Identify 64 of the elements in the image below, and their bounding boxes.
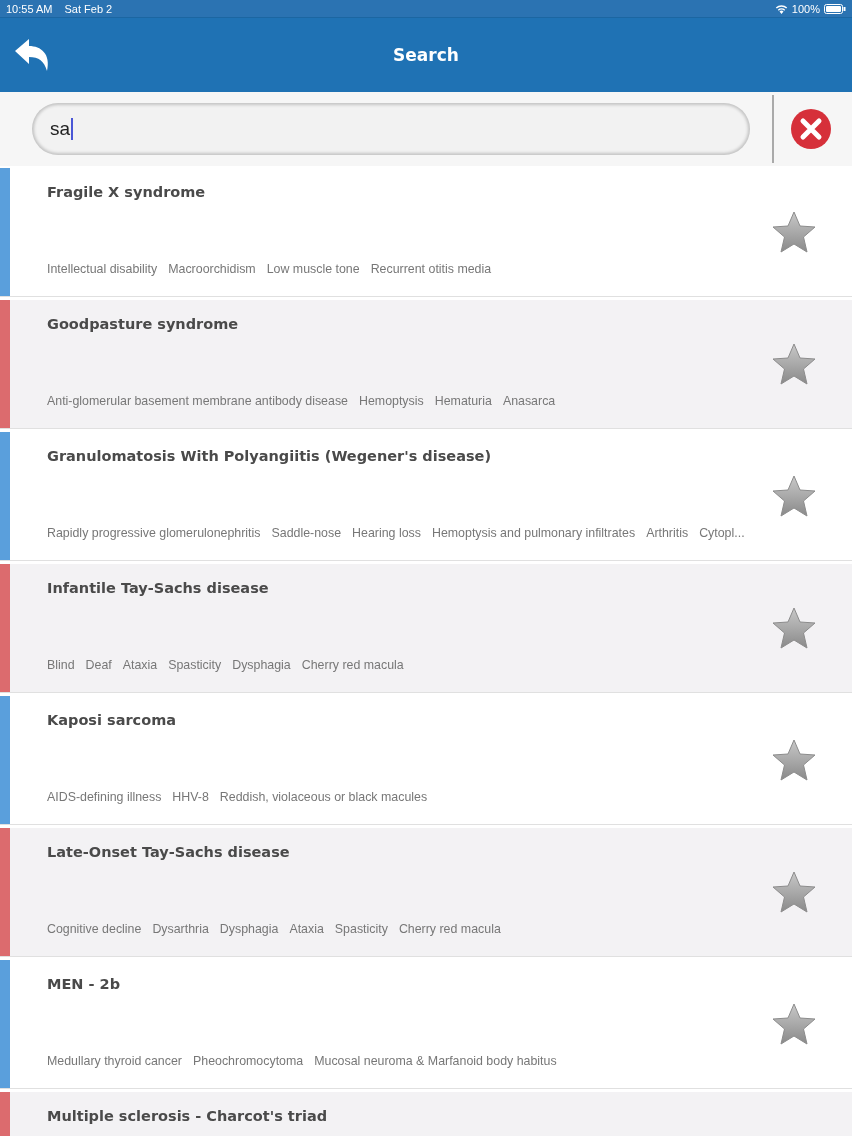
result-row[interactable]: MEN - 2b Medullary thyroid cancer Pheochromocytoma Mucosal neuroma & Marfanoid body habitus <box>0 960 852 1089</box>
result-row[interactable]: Late-Onset Tay-Sachs disease Cognitive decline Dysarthria Dysphagia Ataxia Spasticity Cherry red macula <box>0 828 852 957</box>
result-title: Kaposi sarcoma <box>47 712 178 728</box>
symptom-tag: Hematuria <box>434 394 492 408</box>
symptom-tag: Mucosal neuroma & Marfanoid body habitus <box>314 1054 557 1068</box>
star-icon[interactable] <box>771 210 817 254</box>
star-icon[interactable] <box>771 1002 817 1046</box>
symptom-tag: Dysphagia <box>219 922 279 936</box>
search-field[interactable]: sa <box>32 103 750 155</box>
symptom-tag: Reddish, violaceous or black macules <box>219 790 428 804</box>
result-row[interactable]: Fragile X syndrome Intellectual disability Macroorchidism Low muscle tone Recurrent otitis media <box>0 168 852 297</box>
symptom-tag: Dysphagia <box>232 658 291 672</box>
symptom-tag: Pheochromocytoma <box>193 1054 304 1068</box>
wifi-icon <box>774 3 788 14</box>
symptom-tag: Intellectual disability <box>47 262 158 276</box>
symptom-tag: Saddle-nose <box>271 526 342 540</box>
symptom-tag: Dysarthria <box>152 922 209 936</box>
symptom-tag: HHV-8 <box>172 790 209 804</box>
result-row[interactable]: Multiple sclerosis - Charcot's triad <box>0 1092 852 1136</box>
result-title: Fragile X syndrome <box>47 184 207 200</box>
battery-icon <box>824 3 846 14</box>
symptom-tag: Hemoptysis and pulmonary infiltrates <box>431 526 636 540</box>
result-title: Granulomatosis With Polyangiitis (Wegener's disease) <box>47 448 493 464</box>
symptom-tag: Cherry red macula <box>301 658 404 672</box>
star-icon[interactable] <box>771 870 817 914</box>
star-icon[interactable] <box>771 474 817 518</box>
result-title: Multiple sclerosis - Charcot's triad <box>47 1108 329 1124</box>
symptom-tag: Rapidly progressive glomerulonephritis <box>47 526 261 540</box>
symptom-tag: Hearing loss <box>352 526 421 540</box>
result-title: Late-Onset Tay-Sachs disease <box>47 844 291 860</box>
status-date: Sat Feb 2 <box>64 2 113 15</box>
star-icon[interactable] <box>771 738 817 782</box>
result-row[interactable]: Granulomatosis With Polyangiitis (Wegener's disease) Rapidly progressive glomerulonephritis Saddle-nose Hearing loss Hemoptysis and pulmonary infiltrates Arthritis Cytopl... <box>0 432 852 561</box>
result-title: MEN - 2b <box>47 976 122 992</box>
symptom-tag: Recurrent otitis media <box>370 262 492 276</box>
symptom-tag: Cytopl... <box>699 526 745 540</box>
symptom-tag: Medullary thyroid cancer <box>47 1054 182 1068</box>
star-icon[interactable] <box>771 606 817 650</box>
symptom-tag: Arthritis <box>646 526 689 540</box>
result-row[interactable]: Infantile Tay-Sachs disease Blind Deaf Ataxia Spasticity Dysphagia Cherry red macula <box>0 564 852 693</box>
symptom-tag: Hemoptysis <box>359 394 424 408</box>
symptom-tag: Macroorchidism <box>168 262 256 276</box>
result-title: Goodpasture syndrome <box>47 316 240 332</box>
symptom-tag: Anti-glomerular basement membrane antibody disease <box>47 394 348 408</box>
symptom-tag: Spasticity <box>334 922 388 936</box>
result-row[interactable]: Kaposi sarcoma AIDS-defining illness HHV-8 Reddish, violaceous or black macules <box>0 696 852 825</box>
result-title: Infantile Tay-Sachs disease <box>47 580 270 596</box>
clear-icon[interactable] <box>790 108 832 150</box>
symptom-tag: AIDS-defining illness <box>47 790 162 804</box>
result-row[interactable]: Goodpasture syndrome Anti-glomerular basement membrane antibody disease Hemoptysis Hematuria Anasarca <box>0 300 852 429</box>
symptom-tag: Cherry red macula <box>398 922 501 936</box>
symptom-tag: Spasticity <box>168 658 222 672</box>
symptom-tag: Low muscle tone <box>266 262 360 276</box>
header-title: Search <box>393 45 459 65</box>
symptom-tag: Ataxia <box>122 658 158 672</box>
symptom-tag: Deaf <box>85 658 112 672</box>
symptom-tag: Cognitive decline <box>47 922 142 936</box>
back-icon[interactable] <box>13 37 51 73</box>
symptom-tag: Anasarca <box>502 394 556 408</box>
battery-percent: 100% <box>791 2 820 15</box>
star-icon[interactable] <box>771 342 817 386</box>
symptom-tag: Ataxia <box>289 922 324 936</box>
status-time: 10:55 AM <box>6 2 53 15</box>
symptom-tag: Blind <box>47 658 75 672</box>
